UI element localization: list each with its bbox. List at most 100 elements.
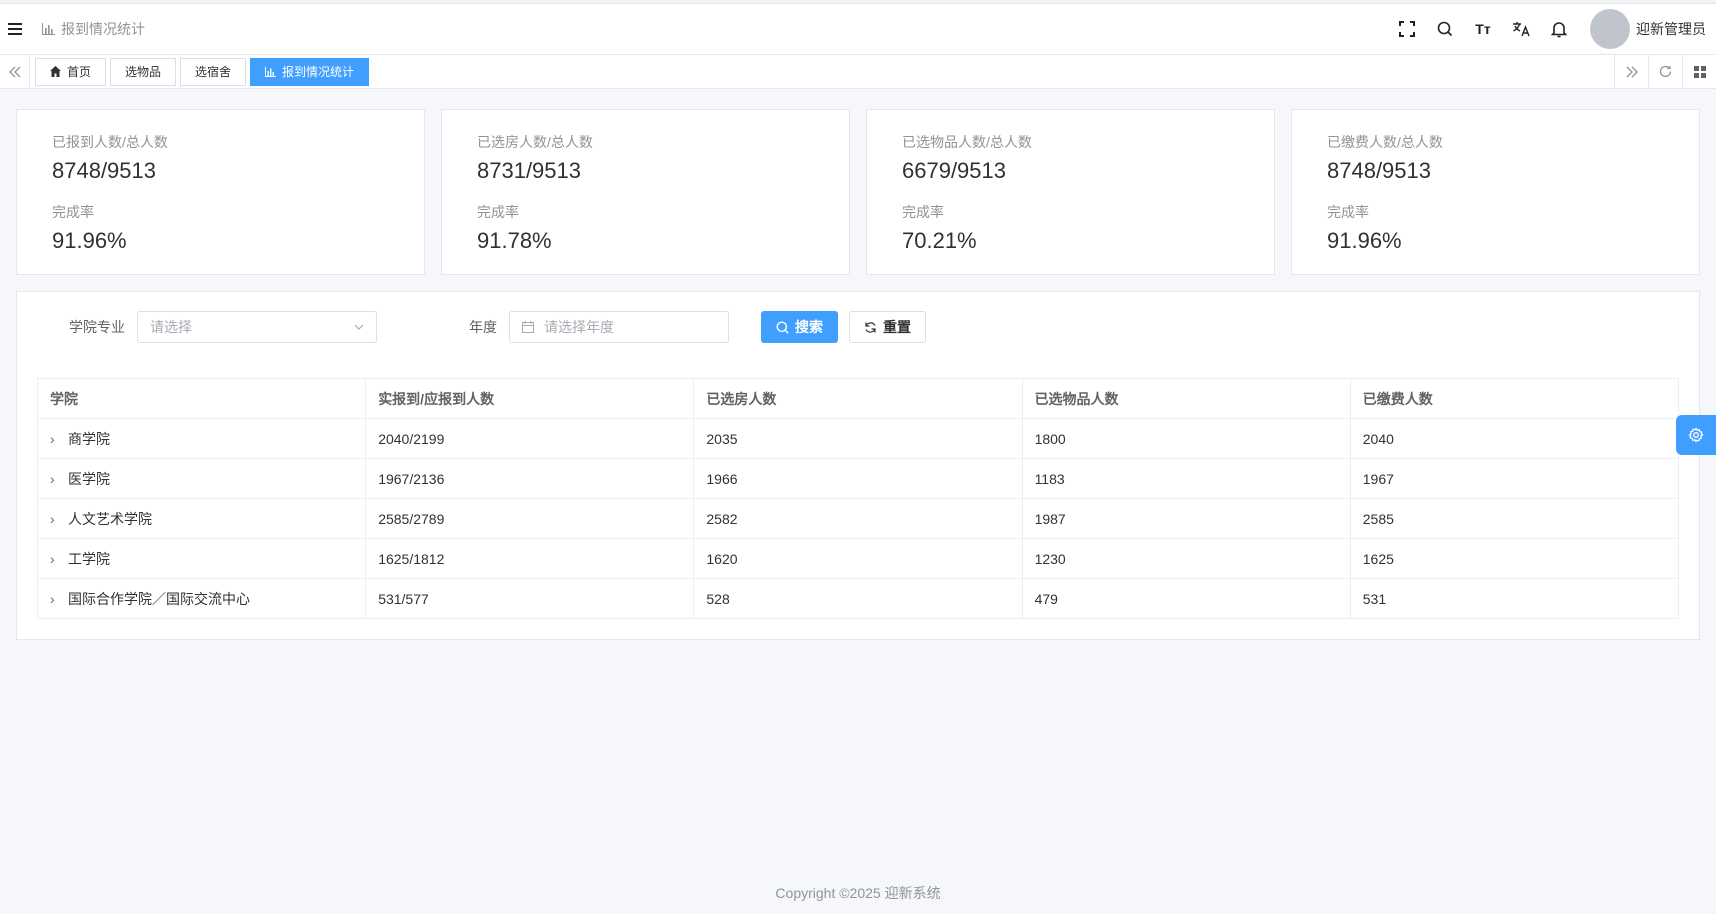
breadcrumb: 报到情况统计 bbox=[42, 19, 145, 39]
table-cell: › 医学院 bbox=[36, 458, 367, 499]
year-picker[interactable]: 请选择年度 bbox=[509, 311, 729, 343]
stat-value: 6679/9513 bbox=[902, 158, 1006, 183]
table-cell: › 工学院 bbox=[36, 538, 367, 579]
table-cell: 2040/2199 bbox=[365, 418, 695, 459]
column-header[interactable]: 实报到/应报到人数 bbox=[365, 378, 695, 419]
table-row: › 商学院 2040/2199 2035 1800 2040 bbox=[36, 418, 1680, 459]
refresh-icon bbox=[865, 321, 876, 333]
stat-label: 已缴费人数/总人数 bbox=[1327, 134, 1443, 150]
translate-icon[interactable] bbox=[1502, 9, 1540, 49]
search-icon[interactable] bbox=[1426, 9, 1464, 49]
menu-toggle-icon[interactable] bbox=[8, 23, 22, 35]
expand-row-icon[interactable]: › bbox=[50, 511, 68, 527]
tab-select-dorm[interactable]: 选宿舍 bbox=[180, 57, 247, 86]
stat-card-room: 已选房人数/总人数 8731/9513 完成率 91.78% bbox=[441, 109, 850, 275]
search-icon bbox=[776, 321, 789, 334]
table-cell: 1183 bbox=[1021, 458, 1351, 499]
calendar-icon bbox=[522, 321, 534, 333]
table-cell: 1966 bbox=[693, 458, 1023, 499]
stat-value: 8748/9513 bbox=[52, 158, 156, 183]
tab-label: 选物品 bbox=[125, 65, 162, 79]
stat-card-reported: 已报到人数/总人数 8748/9513 完成率 91.96% bbox=[16, 109, 425, 275]
table-cell: 2035 bbox=[693, 418, 1023, 459]
table-cell: 1230 bbox=[1021, 538, 1351, 579]
query-panel: 学院专业 请选择 年度 请选择年度 搜索 重置 学院 实报到/应报到人数 已选房… bbox=[16, 291, 1700, 640]
column-header[interactable]: 学院 bbox=[36, 378, 367, 419]
table-row: › 国际合作学院／国际交流中心 531/577 528 479 531 bbox=[36, 578, 1680, 619]
footer-copyright: Copyright ©2025 迎新系统 bbox=[775, 885, 941, 901]
table-cell: 1620 bbox=[693, 538, 1023, 579]
college-name: 人文艺术学院 bbox=[68, 510, 152, 527]
table-cell: 2582 bbox=[693, 498, 1023, 539]
stat-card-payment: 已缴费人数/总人数 8748/9513 完成率 91.96% bbox=[1291, 109, 1700, 275]
filter-form: 学院专业 请选择 年度 请选择年度 搜索 重置 bbox=[37, 310, 1679, 344]
table-cell: 531 bbox=[1349, 578, 1680, 619]
tags-bar: 首页 选物品 选宿舍 报到情况统计 bbox=[0, 54, 1716, 89]
stat-rate-value: 91.78% bbox=[477, 228, 552, 253]
font-size-icon[interactable]: Tт bbox=[1464, 9, 1502, 49]
search-button[interactable]: 搜索 bbox=[761, 311, 838, 343]
expand-row-icon[interactable]: › bbox=[50, 551, 68, 567]
stat-rate-label: 完成率 bbox=[902, 204, 944, 220]
expand-row-icon[interactable]: › bbox=[50, 591, 68, 607]
college-label: 学院专业 bbox=[69, 319, 125, 335]
table-cell: 528 bbox=[693, 578, 1023, 619]
expand-row-icon[interactable]: › bbox=[50, 471, 68, 487]
bar-chart-icon bbox=[265, 66, 277, 77]
college-name: 工学院 bbox=[68, 550, 110, 567]
stats-row: 已报到人数/总人数 8748/9513 完成率 91.96% 已选房人数/总人数… bbox=[16, 109, 1700, 275]
grid-menu-icon[interactable] bbox=[1682, 54, 1716, 89]
college-placeholder: 请选择 bbox=[150, 319, 192, 335]
stat-rate-value: 91.96% bbox=[52, 228, 127, 253]
stat-rate-label: 完成率 bbox=[52, 204, 94, 220]
tab-label: 报到情况统计 bbox=[282, 65, 355, 79]
tab-label: 选宿舍 bbox=[195, 65, 232, 79]
year-label: 年度 bbox=[469, 319, 497, 335]
table-cell: 2585/2789 bbox=[365, 498, 695, 539]
app-header: 报到情况统计 Tт 迎新管理员 bbox=[0, 4, 1716, 55]
table-cell: › 商学院 bbox=[36, 418, 367, 459]
settings-gear-icon[interactable] bbox=[1676, 415, 1716, 455]
table-cell: 1800 bbox=[1021, 418, 1351, 459]
refresh-icon[interactable] bbox=[1648, 54, 1682, 89]
column-header[interactable]: 已选物品人数 bbox=[1021, 378, 1351, 419]
tab-report-stats[interactable]: 报到情况统计 bbox=[250, 57, 370, 86]
reset-button[interactable]: 重置 bbox=[849, 311, 926, 343]
table-cell: 1625/1812 bbox=[365, 538, 695, 579]
table-row: › 工学院 1625/1812 1620 1230 1625 bbox=[36, 538, 1680, 579]
breadcrumb-current: 报到情况统计 bbox=[61, 21, 145, 37]
stats-table: 学院 实报到/应报到人数 已选房人数 已选物品人数 已缴费人数 › 商学院 204… bbox=[36, 378, 1680, 619]
column-header[interactable]: 已缴费人数 bbox=[1349, 378, 1680, 419]
stat-label: 已选房人数/总人数 bbox=[477, 134, 593, 150]
scroll-right-icon[interactable] bbox=[1614, 54, 1648, 89]
table-cell: 1987 bbox=[1021, 498, 1351, 539]
stat-rate-label: 完成率 bbox=[477, 204, 519, 220]
table-cell: 1967/2136 bbox=[365, 458, 695, 499]
avatar[interactable] bbox=[1590, 9, 1630, 49]
user-name[interactable]: 迎新管理员 bbox=[1636, 19, 1706, 39]
college-select[interactable]: 请选择 bbox=[137, 311, 377, 343]
table-cell: › 国际合作学院／国际交流中心 bbox=[36, 578, 367, 619]
reset-button-label: 重置 bbox=[883, 319, 911, 335]
stat-rate-label: 完成率 bbox=[1327, 204, 1369, 220]
stat-label: 已选物品人数/总人数 bbox=[902, 134, 1032, 150]
tab-select-items[interactable]: 选物品 bbox=[110, 57, 177, 86]
table-row: › 人文艺术学院 2585/2789 2582 1987 2585 bbox=[36, 498, 1680, 539]
column-header[interactable]: 已选房人数 bbox=[693, 378, 1023, 419]
fullscreen-icon[interactable] bbox=[1388, 9, 1426, 49]
tab-home[interactable]: 首页 bbox=[35, 57, 107, 86]
college-name: 医学院 bbox=[68, 470, 110, 487]
home-icon bbox=[50, 66, 61, 77]
table-cell: 479 bbox=[1021, 578, 1351, 619]
stat-card-items: 已选物品人数/总人数 6679/9513 完成率 70.21% bbox=[866, 109, 1275, 275]
stat-rate-value: 70.21% bbox=[902, 228, 977, 253]
bell-icon[interactable] bbox=[1540, 9, 1578, 49]
table-header-row: 学院 实报到/应报到人数 已选房人数 已选物品人数 已缴费人数 bbox=[36, 378, 1680, 419]
scroll-left-icon[interactable] bbox=[0, 54, 30, 89]
table-cell: › 人文艺术学院 bbox=[36, 498, 367, 539]
stat-label: 已报到人数/总人数 bbox=[52, 134, 168, 150]
expand-row-icon[interactable]: › bbox=[50, 431, 68, 447]
table-cell: 1625 bbox=[1349, 538, 1680, 579]
table-cell: 2040 bbox=[1349, 418, 1680, 459]
search-button-label: 搜索 bbox=[795, 319, 823, 335]
